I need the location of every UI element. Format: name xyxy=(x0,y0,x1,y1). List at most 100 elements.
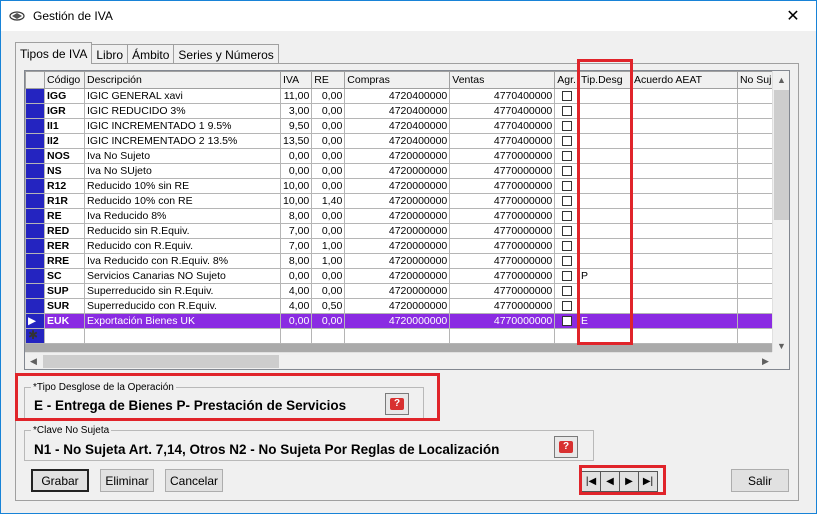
row-selector[interactable] xyxy=(25,238,45,254)
col-ventas[interactable]: Ventas xyxy=(449,71,556,89)
col-acuerdo-aeat[interactable]: Acuerdo AEAT xyxy=(630,71,738,89)
agr-checkbox[interactable] xyxy=(561,256,572,267)
cell-tip-desg[interactable] xyxy=(577,103,632,119)
cell-re[interactable]: 0,00 xyxy=(311,148,346,164)
cell-compras[interactable]: 4720400000 xyxy=(344,133,451,149)
cell-tip-desg[interactable] xyxy=(577,223,632,239)
cell-codigo[interactable]: RER xyxy=(44,238,85,254)
eliminar-button[interactable]: Eliminar xyxy=(100,469,154,492)
cell-tip-desg[interactable] xyxy=(577,193,632,209)
cell-codigo[interactable]: NS xyxy=(44,163,85,179)
cell-compras[interactable]: 4720400000 xyxy=(344,103,451,119)
cell-codigo[interactable]: SUR xyxy=(44,298,85,314)
cell-descripcion[interactable]: Servicios Canarias NO Sujeto xyxy=(84,268,281,284)
cell-compras[interactable]: 4720000000 xyxy=(344,178,451,194)
table-row[interactable]: RED Reducido sin R.Equiv. 7,00 0,00 47200000… xyxy=(25,223,778,239)
tab-libro[interactable]: Libro xyxy=(91,44,129,64)
table-row[interactable]: SC Servicios Canarias NO Sujeto 0,00 0,00 47… xyxy=(25,268,778,284)
cell-iva[interactable]: 0,00 xyxy=(279,268,313,284)
cell-ventas[interactable]: 4770000000 xyxy=(449,238,556,254)
cell-compras[interactable]: 4720000000 xyxy=(344,283,451,299)
cell-ventas[interactable]: 4770000000 xyxy=(449,193,556,209)
cell-agr[interactable] xyxy=(554,193,579,209)
cell-re[interactable]: 0,00 xyxy=(311,208,346,224)
cell-tip-desg[interactable]: E xyxy=(577,313,632,329)
agr-checkbox[interactable] xyxy=(561,151,572,162)
row-selector[interactable] xyxy=(25,163,45,179)
cell-acuerdo-aeat[interactable] xyxy=(630,298,738,314)
agr-checkbox[interactable] xyxy=(561,106,572,117)
cell-iva[interactable]: 7,00 xyxy=(279,223,313,239)
cell-re[interactable]: 0,00 xyxy=(311,103,346,119)
agr-checkbox[interactable] xyxy=(561,166,572,177)
cell-descripcion[interactable]: Reducido con R.Equiv. xyxy=(84,238,281,254)
table-row[interactable]: R1R Reducido 10% con RE 10,00 1,40 472000000… xyxy=(25,193,778,209)
scroll-left-icon[interactable]: ◀ xyxy=(25,353,42,369)
new-row-cell[interactable] xyxy=(577,328,632,344)
row-selector[interactable] xyxy=(25,193,45,209)
cell-codigo[interactable]: RED xyxy=(44,223,85,239)
new-row-selector[interactable]: ✱ xyxy=(25,328,45,344)
row-selector[interactable] xyxy=(25,223,45,239)
cell-re[interactable]: 0,00 xyxy=(311,268,346,284)
agr-checkbox[interactable] xyxy=(561,226,572,237)
cell-re[interactable]: 0,00 xyxy=(311,118,346,134)
cell-compras[interactable]: 4720000000 xyxy=(344,223,451,239)
hscroll-thumb[interactable] xyxy=(43,355,279,368)
new-row-cell[interactable] xyxy=(344,328,451,344)
col-agr[interactable]: Agr. xyxy=(554,71,579,89)
cell-compras[interactable]: 4720000000 xyxy=(344,298,451,314)
new-row-cell[interactable] xyxy=(44,328,85,344)
cancelar-button[interactable]: Cancelar xyxy=(165,469,223,492)
cell-agr[interactable] xyxy=(554,148,579,164)
cell-re[interactable]: 0,00 xyxy=(311,178,346,194)
col-compras[interactable]: Compras xyxy=(344,71,451,89)
cell-agr[interactable] xyxy=(554,253,579,269)
table-row[interactable]: R12 Reducido 10% sin RE 10,00 0,00 472000000… xyxy=(25,178,778,194)
new-row-cell[interactable] xyxy=(279,328,313,344)
last-record-icon[interactable]: ▶| xyxy=(638,471,658,492)
cell-iva[interactable]: 10,00 xyxy=(279,178,313,194)
cell-codigo[interactable]: RRE xyxy=(44,253,85,269)
cell-acuerdo-aeat[interactable] xyxy=(630,253,738,269)
table-row[interactable]: RER Reducido con R.Equiv. 7,00 1,00 47200000… xyxy=(25,238,778,254)
table-row[interactable]: IGG IGIC GENERAL xavi 11,00 0,00 4720400000 4… xyxy=(25,88,778,104)
prev-record-icon[interactable]: ◀ xyxy=(600,471,620,492)
row-selector[interactable] xyxy=(25,268,45,284)
cell-codigo[interactable]: SC xyxy=(44,268,85,284)
new-row-cell[interactable] xyxy=(630,328,738,344)
cell-ventas[interactable]: 4770000000 xyxy=(449,283,556,299)
horizontal-scrollbar[interactable]: ◀ ▶ xyxy=(25,352,774,369)
row-selector[interactable] xyxy=(25,103,45,119)
cell-descripcion[interactable]: Reducido 10% con RE xyxy=(84,193,281,209)
cell-ventas[interactable]: 4770000000 xyxy=(449,148,556,164)
cell-ventas[interactable]: 4770000000 xyxy=(449,268,556,284)
cell-codigo[interactable]: II1 xyxy=(44,118,85,134)
cell-iva[interactable]: 10,00 xyxy=(279,193,313,209)
agr-checkbox[interactable] xyxy=(561,121,572,132)
cell-agr[interactable] xyxy=(554,88,579,104)
cell-acuerdo-aeat[interactable] xyxy=(630,238,738,254)
cell-descripcion[interactable]: IGIC INCREMENTADO 2 13.5% xyxy=(84,133,281,149)
cell-acuerdo-aeat[interactable] xyxy=(630,163,738,179)
row-selector[interactable] xyxy=(25,148,45,164)
cell-agr[interactable] xyxy=(554,178,579,194)
cell-ventas[interactable]: 4770000000 xyxy=(449,313,556,329)
col-re[interactable]: RE xyxy=(311,71,346,89)
salir-button[interactable]: Salir xyxy=(731,469,789,492)
table-row[interactable]: II2 IGIC INCREMENTADO 2 13.5% 13,50 0,00 472… xyxy=(25,133,778,149)
table-row[interactable]: ▶ EUK Exportación Bienes UK 0,00 0,00 4720000… xyxy=(25,313,778,329)
cell-iva[interactable]: 13,50 xyxy=(279,133,313,149)
cell-tip-desg[interactable] xyxy=(577,163,632,179)
cell-descripcion[interactable]: Iva Reducido 8% xyxy=(84,208,281,224)
table-row[interactable]: RRE Iva Reducido con R.Equiv. 8% 8,00 1,00 4… xyxy=(25,253,778,269)
tab-tipos-iva[interactable]: Tipos de IVA xyxy=(15,42,93,64)
cell-ventas[interactable]: 4770400000 xyxy=(449,133,556,149)
cell-ventas[interactable]: 4770400000 xyxy=(449,103,556,119)
cell-acuerdo-aeat[interactable] xyxy=(630,268,738,284)
row-selector[interactable]: ▶ xyxy=(25,313,45,329)
cell-descripcion[interactable]: Reducido sin R.Equiv. xyxy=(84,223,281,239)
cell-iva[interactable]: 3,00 xyxy=(279,103,313,119)
cell-compras[interactable]: 4720000000 xyxy=(344,313,451,329)
cell-codigo[interactable]: NOS xyxy=(44,148,85,164)
